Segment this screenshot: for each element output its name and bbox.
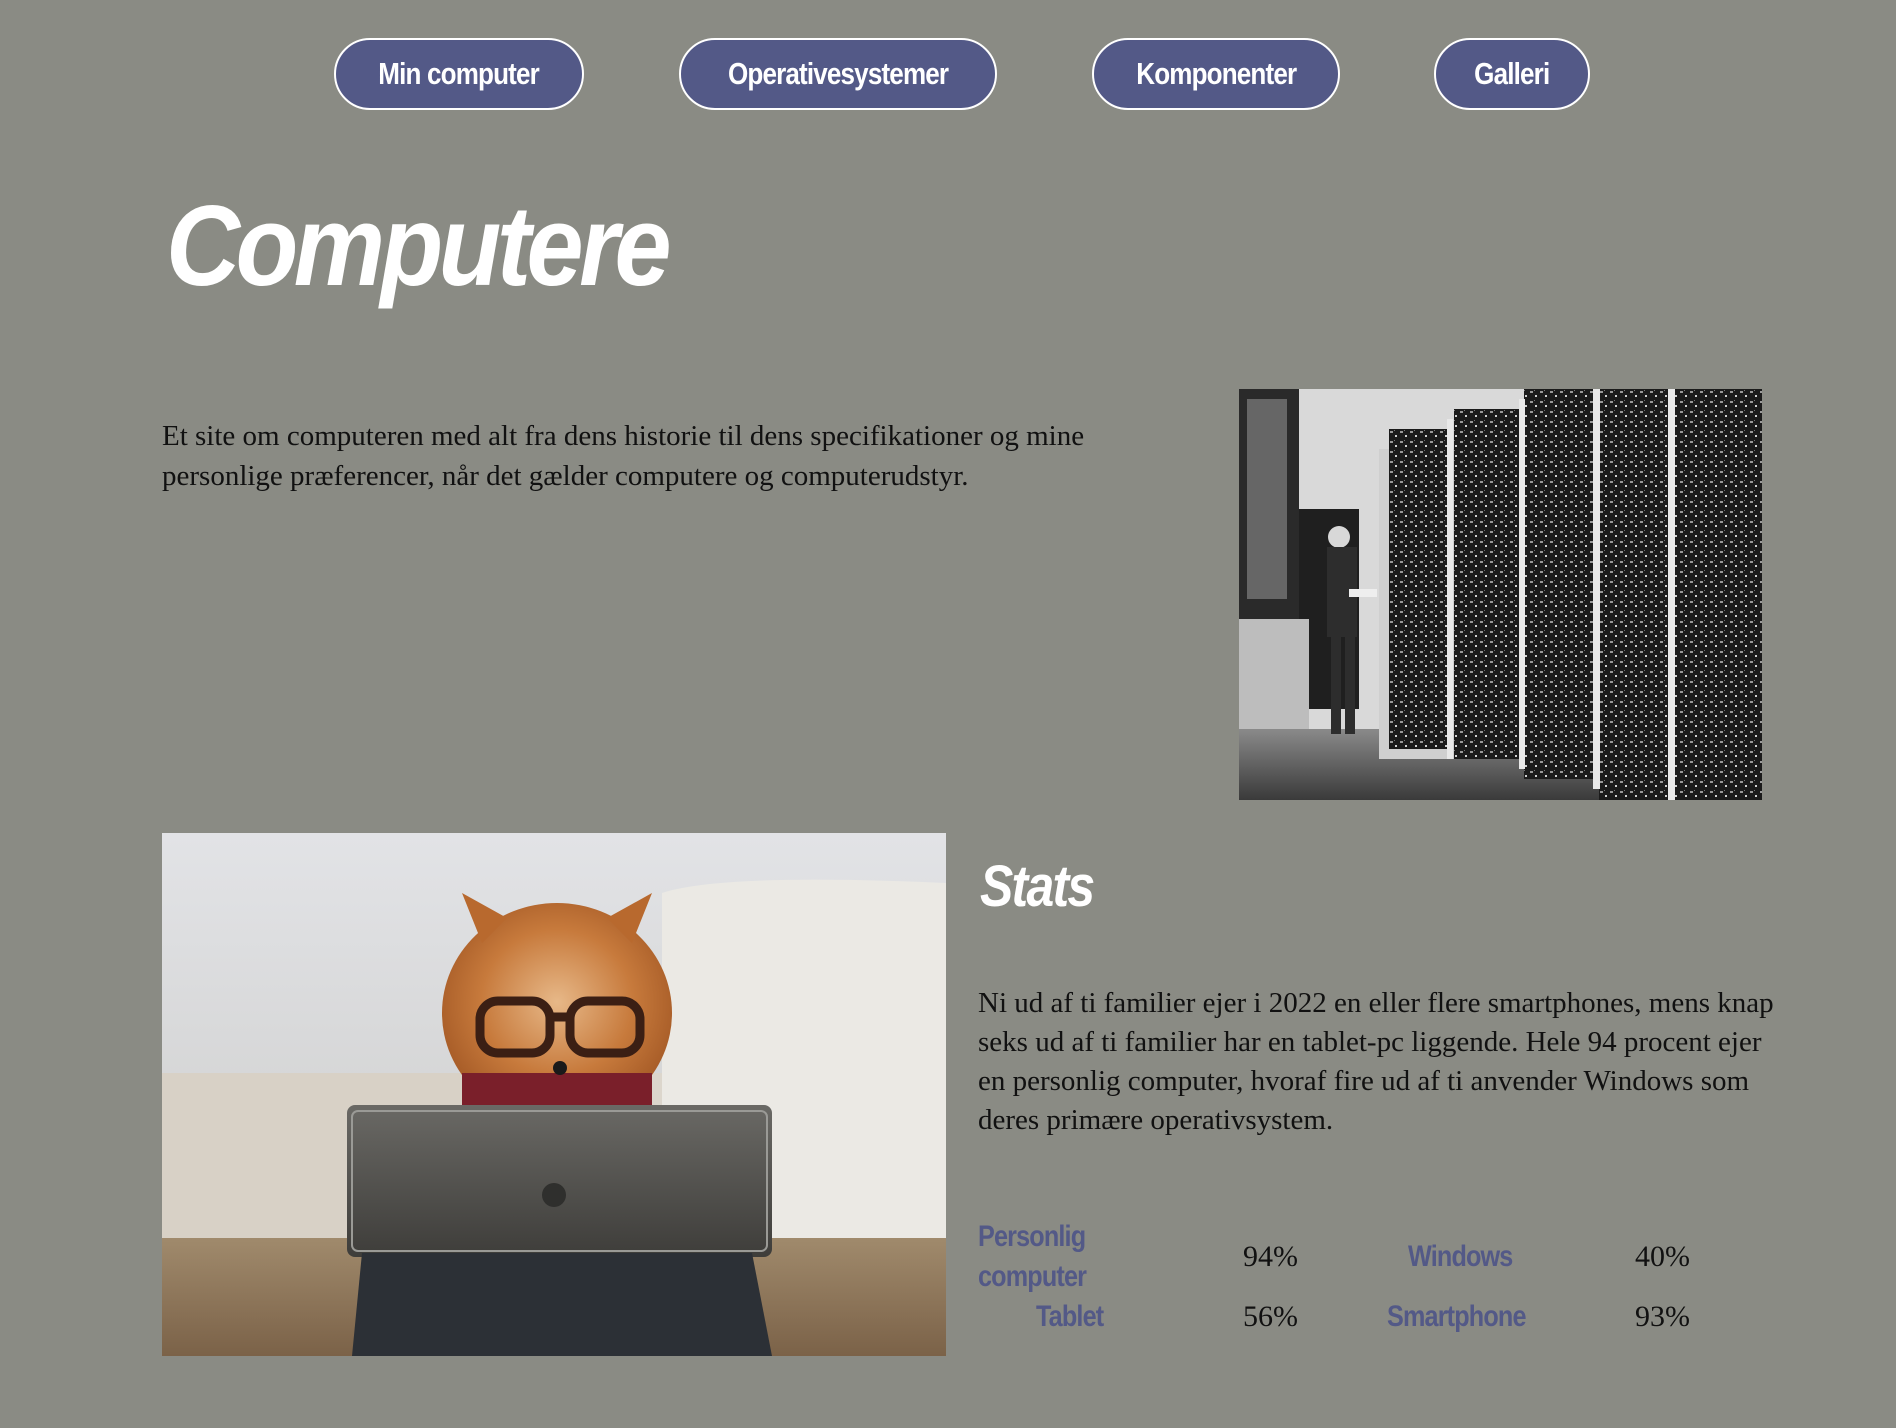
- nav-operativesystemer-button[interactable]: Operativesystemer: [679, 38, 997, 110]
- stat-value-windows: 40%: [1635, 1240, 1690, 1273]
- stat-label-personlig-line2: computer: [978, 1260, 1087, 1293]
- stat-value-smartphone: 93%: [1635, 1300, 1690, 1333]
- stats-heading: Stats: [980, 854, 1095, 919]
- dog-with-tablet-photo: [162, 833, 946, 1356]
- stat-value-tablet: 56%: [1243, 1300, 1298, 1333]
- stats-paragraph: Ni ud af ti familier ejer i 2022 en elle…: [978, 987, 1774, 1136]
- nav-operativesystemer-label: Operativesystemer: [727, 56, 949, 91]
- stat-label-windows: Windows: [1408, 1240, 1513, 1273]
- page-title: Computere: [166, 183, 672, 310]
- nav-min-computer-label: Min computer: [378, 56, 540, 91]
- nav-komponenter-label: Komponenter: [1135, 56, 1297, 91]
- nav-galleri-label: Galleri: [1474, 56, 1550, 91]
- top-navigation: Min computer Operativesystemer Komponent…: [0, 38, 1896, 114]
- stat-label-personlig-line1: Personlig: [978, 1220, 1086, 1253]
- stat-label-personlig-computer: Personlig computer: [978, 1217, 1107, 1297]
- stat-label-tablet: Tablet: [1036, 1300, 1104, 1333]
- vintage-computer-photo: [1239, 389, 1762, 800]
- nav-komponenter-button[interactable]: Komponenter: [1092, 38, 1340, 110]
- nav-galleri-button[interactable]: Galleri: [1434, 38, 1590, 110]
- nav-min-computer-button[interactable]: Min computer: [334, 38, 584, 110]
- stat-label-smartphone: Smartphone: [1387, 1300, 1526, 1333]
- intro-paragraph: Et site om computeren med alt fra dens h…: [162, 420, 1085, 492]
- stat-value-personlig-computer: 94%: [1243, 1240, 1298, 1273]
